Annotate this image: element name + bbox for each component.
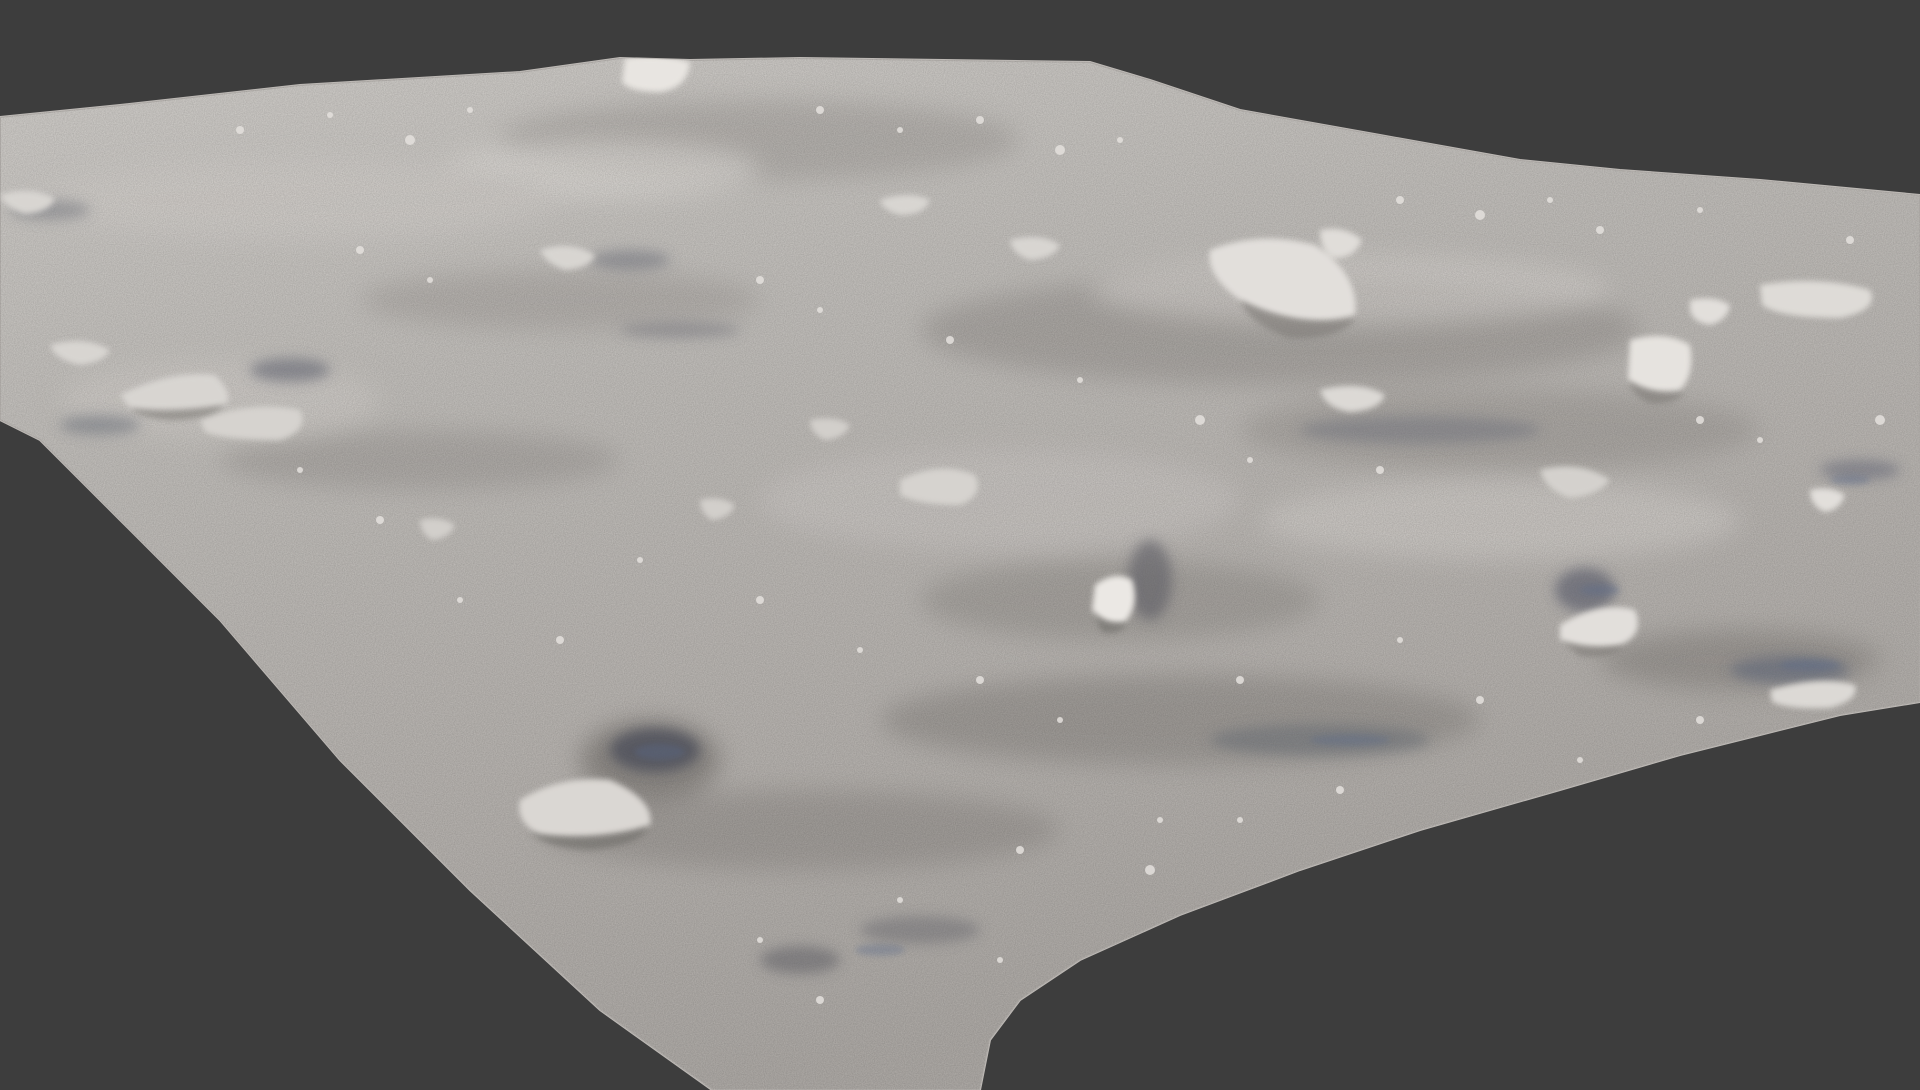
terrain-mesh[interactable] <box>0 0 1920 1090</box>
viewport-canvas[interactable] <box>0 0 1920 1090</box>
3d-viewport[interactable] <box>0 0 1920 1090</box>
